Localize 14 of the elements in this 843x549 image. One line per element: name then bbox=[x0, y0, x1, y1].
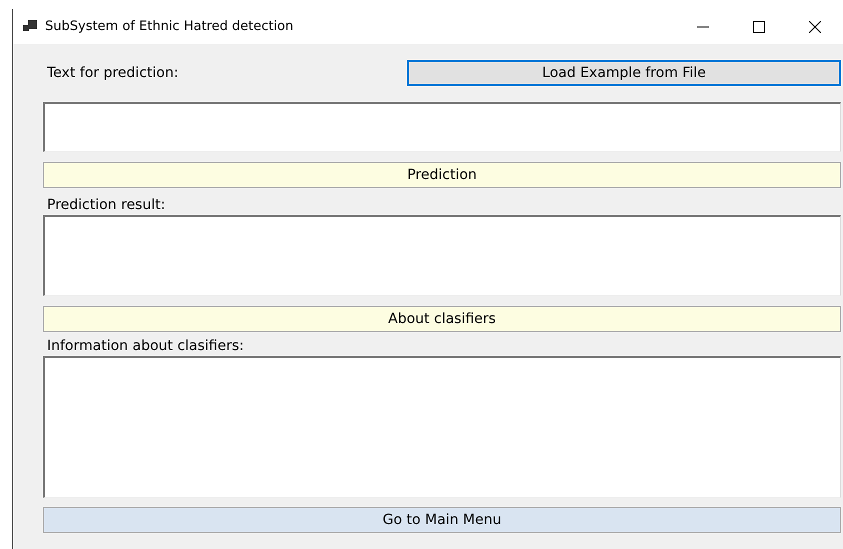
info-label: Information about clasifiers: bbox=[46, 338, 245, 354]
about-button[interactable]: About clasifiers bbox=[43, 306, 841, 332]
maximize-icon bbox=[753, 20, 765, 32]
result-label: Prediction result: bbox=[46, 197, 166, 213]
close-icon bbox=[809, 20, 821, 32]
input-field[interactable] bbox=[43, 102, 841, 152]
app-icon bbox=[23, 20, 37, 33]
load-example-button[interactable]: Load Example from File bbox=[407, 60, 841, 86]
prediction-button[interactable]: Prediction bbox=[43, 162, 841, 188]
input-label: Text for prediction: bbox=[46, 65, 178, 81]
info-field[interactable] bbox=[43, 356, 841, 498]
window-title: SubSystem of Ethnic Hatred detection bbox=[45, 19, 294, 34]
result-field[interactable] bbox=[43, 215, 841, 296]
main-menu-button[interactable]: Go to Main Menu bbox=[43, 507, 841, 533]
